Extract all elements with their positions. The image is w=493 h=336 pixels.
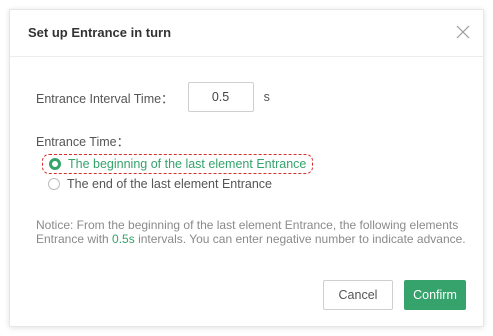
setup-entrance-dialog: Set up Entrance in turn Entrance Interva… xyxy=(9,9,484,327)
close-icon[interactable] xyxy=(454,23,472,41)
notice-text-after: intervals. You can enter negative number… xyxy=(134,232,466,246)
interval-unit: s xyxy=(263,90,270,104)
radio-selected-icon[interactable] xyxy=(49,158,61,170)
interval-row: Entrance Interval Time： s xyxy=(36,82,270,112)
interval-time-input[interactable] xyxy=(187,82,254,112)
radio-option-beginning[interactable]: The beginning of the last element Entran… xyxy=(42,154,314,174)
entrance-time-label: Entrance Time： xyxy=(36,135,130,149)
radio-option-end-label: The end of the last element Entrance xyxy=(67,177,272,191)
notice-interval-value: 0.5s xyxy=(112,232,135,246)
notice-text: Notice: From the beginning of the last e… xyxy=(36,218,466,246)
cancel-button[interactable]: Cancel xyxy=(323,280,393,310)
confirm-button[interactable]: Confirm xyxy=(404,280,466,310)
radio-option-beginning-label: The beginning of the last element Entran… xyxy=(68,157,307,171)
dialog-title: Set up Entrance in turn xyxy=(28,25,172,40)
dialog-header: Set up Entrance in turn xyxy=(10,10,483,57)
interval-label: Entrance Interval Time： xyxy=(36,91,174,106)
radio-option-end[interactable]: The end of the last element Entrance xyxy=(48,177,272,191)
radio-unselected-icon[interactable] xyxy=(48,178,60,190)
